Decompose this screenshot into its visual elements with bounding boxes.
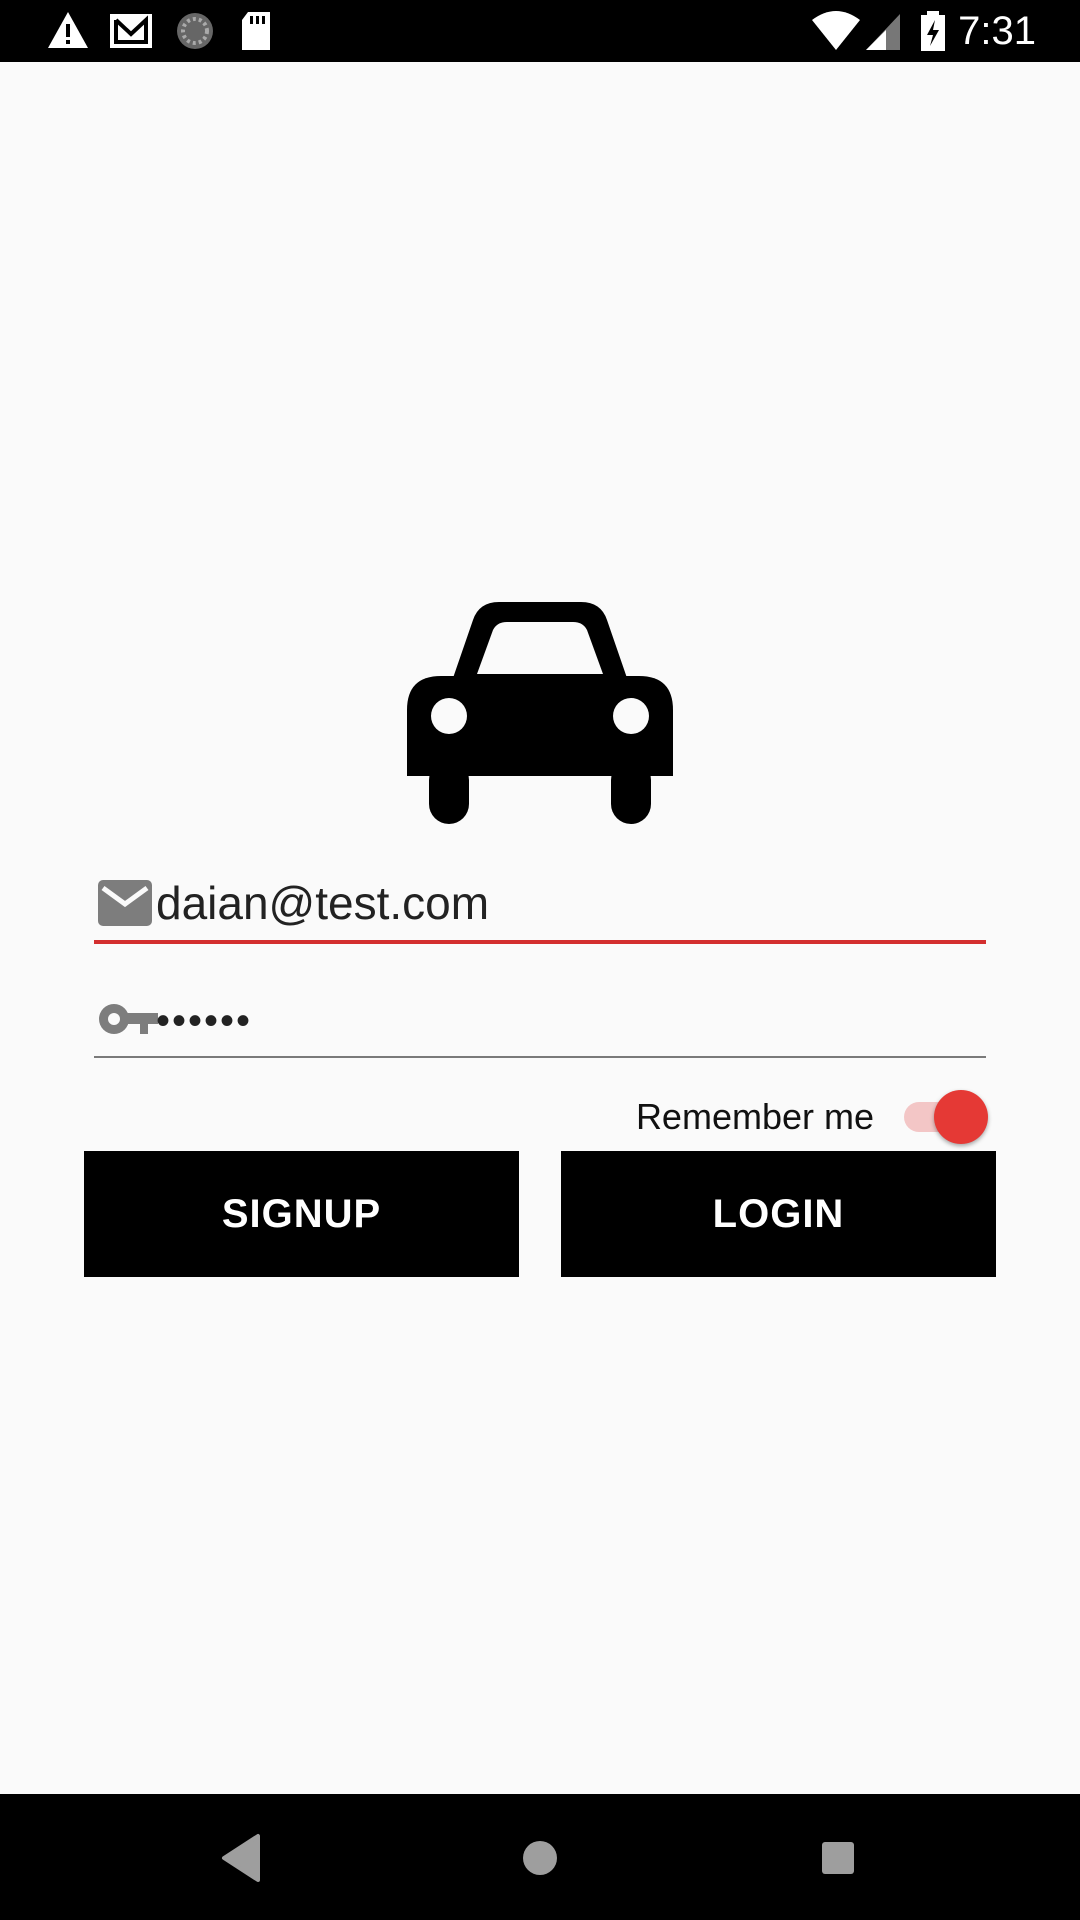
remember-me-switch[interactable] — [902, 1088, 992, 1144]
car-icon — [407, 602, 673, 824]
key-icon — [99, 1004, 158, 1034]
password-field[interactable] — [94, 990, 986, 1058]
email-field[interactable] — [94, 870, 986, 944]
signup-button[interactable]: SIGNUP — [84, 1151, 519, 1277]
switch-thumb — [934, 1090, 988, 1144]
password-underline — [94, 1056, 986, 1058]
navigation-bar — [0, 1794, 1080, 1920]
wifi-icon — [812, 11, 860, 50]
login-button[interactable]: LOGIN — [561, 1151, 996, 1277]
email-underline — [94, 940, 986, 944]
email-icon — [98, 880, 152, 926]
status-bar: 7:31 — [0, 0, 1080, 62]
back-icon[interactable] — [208, 1824, 276, 1892]
gmail-icon — [110, 14, 152, 48]
recents-icon[interactable] — [804, 1824, 872, 1892]
remember-me-label: Remember me — [635, 1096, 874, 1137]
battery-charging-icon — [921, 11, 945, 51]
password-input[interactable] — [156, 990, 976, 1052]
status-time: 7:31 — [958, 9, 1036, 53]
signal-icon — [866, 14, 900, 50]
sd-card-icon — [242, 12, 270, 50]
home-icon[interactable] — [506, 1824, 574, 1892]
sync-icon — [177, 13, 213, 49]
warning-icon — [48, 12, 88, 48]
email-input[interactable] — [156, 870, 976, 936]
